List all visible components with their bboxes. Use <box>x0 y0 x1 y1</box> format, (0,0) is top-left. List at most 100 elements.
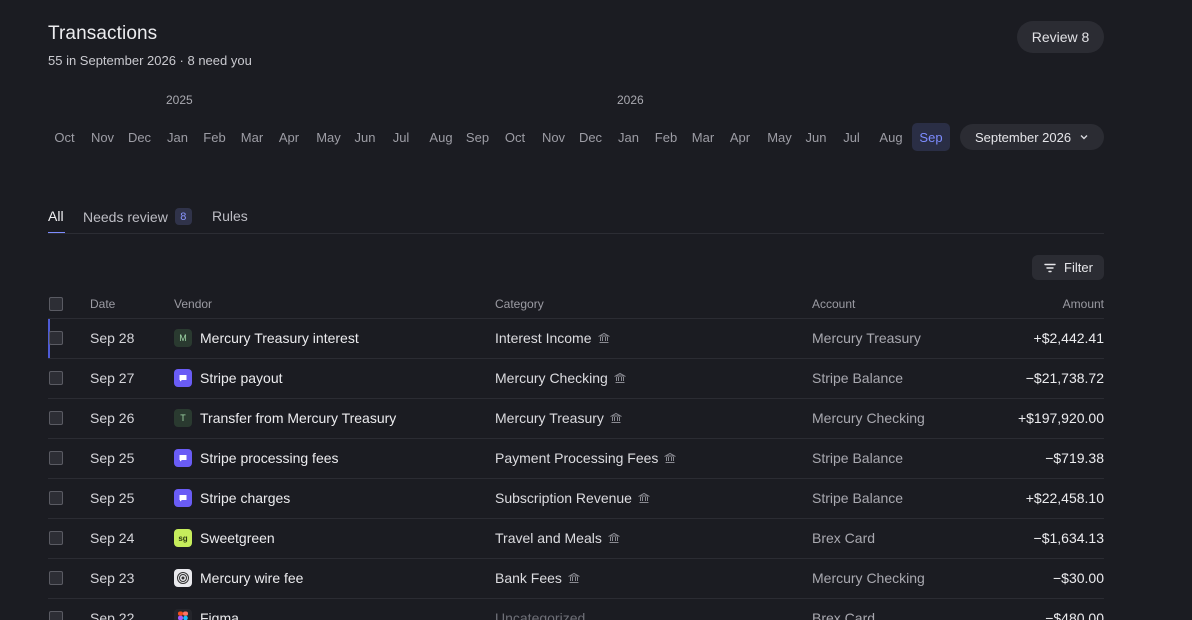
row-date: Sep 22 <box>90 610 135 620</box>
month-sep-2025[interactable]: Sep <box>460 123 495 151</box>
row-vendor-name: Sweetgreen <box>200 530 275 546</box>
review-button[interactable]: Review 8 <box>1017 21 1104 53</box>
row-category[interactable]: Subscription Revenue <box>495 490 650 506</box>
row-vendor[interactable]: Mercury wire fee <box>174 569 303 587</box>
row-category[interactable]: Mercury Checking <box>495 370 626 386</box>
stripe-icon <box>174 449 192 467</box>
bank-icon <box>607 532 620 543</box>
month-dec-2025[interactable]: Dec <box>573 123 608 151</box>
filter-button[interactable]: Filter <box>1032 255 1104 280</box>
month-jul-2026[interactable]: Jul <box>834 123 869 151</box>
table-row[interactable]: Sep 25 Stripe charges Subscription Revenue… <box>48 478 1104 518</box>
tab-all-label: All <box>48 208 64 224</box>
month-may-2026[interactable]: May <box>761 123 798 151</box>
row-category-label: Uncategorized <box>495 610 586 620</box>
month-nov-2024[interactable]: Nov <box>86 123 119 151</box>
tab-rules-label: Rules <box>212 208 248 224</box>
row-category-label: Interest Income <box>495 330 592 346</box>
month-feb-2025[interactable]: Feb <box>197 123 232 151</box>
column-header-date[interactable]: Date <box>90 297 115 311</box>
row-account: Brex Card <box>812 530 876 546</box>
column-header-account[interactable]: Account <box>812 297 855 311</box>
wire-icon <box>174 569 192 587</box>
table-row[interactable]: Sep 22 Figma Uncategorized Brex Card −$480.0… <box>48 598 1104 620</box>
month-jan-2026[interactable]: Jan <box>610 123 647 151</box>
row-account: Mercury Treasury <box>812 330 921 346</box>
row-category[interactable]: Bank Fees <box>495 570 580 586</box>
row-vendor[interactable]: Stripe processing fees <box>174 449 339 467</box>
row-category[interactable]: Payment Processing Fees <box>495 450 677 466</box>
row-checkbox[interactable] <box>49 491 63 505</box>
row-vendor-name: Stripe processing fees <box>200 450 339 466</box>
table-row[interactable]: Sep 25 Stripe processing fees Payment Proc… <box>48 438 1104 478</box>
month-aug-2025[interactable]: Aug <box>423 123 459 151</box>
row-vendor[interactable]: M Mercury Treasury interest <box>174 329 359 347</box>
month-jan-2025[interactable]: Jan <box>160 123 195 151</box>
table-row[interactable]: Sep 24 sg Sweetgreen Travel and Meals Brex C… <box>48 518 1104 558</box>
month-may-2025[interactable]: May <box>310 123 347 151</box>
row-category[interactable]: Mercury Treasury <box>495 410 622 426</box>
month-select-value: September 2026 <box>974 129 1072 145</box>
transfer-icon: T <box>174 409 192 427</box>
filter-label: Filter <box>1064 260 1093 275</box>
table-row[interactable]: Sep 27 Stripe payout Mercury Checking Strip… <box>48 358 1104 398</box>
row-vendor[interactable]: Stripe payout <box>174 369 283 387</box>
row-vendor-name: Mercury wire fee <box>200 570 304 586</box>
bank-icon <box>567 572 580 583</box>
row-checkbox[interactable] <box>49 611 63 620</box>
table-row[interactable]: Sep 23 Mercury wire fee Bank Fees Mercury C… <box>48 558 1104 598</box>
month-nov-2025[interactable]: Nov <box>536 123 571 151</box>
row-date: Sep 26 <box>90 410 135 426</box>
month-oct-2024[interactable]: Oct <box>48 123 81 151</box>
row-checkbox[interactable] <box>49 411 63 425</box>
month-jun-2025[interactable]: Jun <box>347 123 383 151</box>
chevron-down-icon <box>1080 135 1088 140</box>
sweetgreen-icon: sg <box>174 529 192 547</box>
row-vendor[interactable]: Stripe charges <box>174 489 290 507</box>
tab-all[interactable]: All <box>48 208 64 224</box>
month-jul-2025[interactable]: Jul <box>384 123 418 151</box>
month-sep-2026[interactable]: Sep <box>912 123 950 151</box>
month-apr-2025[interactable]: Apr <box>271 123 307 151</box>
row-vendor[interactable]: sg Sweetgreen <box>174 529 275 547</box>
row-checkbox[interactable] <box>49 451 63 465</box>
month-jun-2026[interactable]: Jun <box>798 123 834 151</box>
table-row[interactable]: Sep 28 M Mercury Treasury interest Interest… <box>48 318 1104 358</box>
row-account: Stripe Balance <box>812 450 904 466</box>
month-feb-2026[interactable]: Feb <box>648 123 684 151</box>
row-checkbox[interactable] <box>49 531 63 545</box>
table-row[interactable]: Sep 26 T Transfer from Mercury Treasury Mer… <box>48 398 1104 438</box>
tabs-divider <box>48 233 1104 234</box>
row-checkbox[interactable] <box>49 371 63 385</box>
tab-needs-review[interactable]: Needs review 8 <box>83 208 192 225</box>
column-header-category[interactable]: Category <box>495 297 544 311</box>
month-select[interactable]: September 2026 <box>960 124 1104 150</box>
row-checkbox[interactable] <box>49 331 63 345</box>
row-checkbox[interactable] <box>49 571 63 585</box>
month-oct-2025[interactable]: Oct <box>497 123 533 151</box>
column-header-vendor[interactable]: Vendor <box>174 297 212 311</box>
tab-rules[interactable]: Rules <box>212 208 248 224</box>
month-dec-2024[interactable]: Dec <box>123 123 156 151</box>
row-vendor[interactable]: Figma <box>174 609 239 620</box>
row-category[interactable]: Uncategorized <box>495 610 585 620</box>
row-category-label: Travel and Meals <box>495 530 602 546</box>
select-all-checkbox[interactable] <box>49 297 63 311</box>
row-date: Sep 25 <box>90 490 135 506</box>
month-apr-2026[interactable]: Apr <box>722 123 758 151</box>
column-header-amount[interactable]: Amount <box>1063 297 1104 311</box>
transactions-page: Transactions 55 in September 2026 · 8 ne… <box>0 0 1192 620</box>
row-amount: +$197,920.00 <box>1017 410 1104 426</box>
row-date: Sep 25 <box>90 450 135 466</box>
month-aug-2026[interactable]: Aug <box>873 123 909 151</box>
month-mar-2025[interactable]: Mar <box>234 123 270 151</box>
row-date: Sep 23 <box>90 570 135 586</box>
row-category[interactable]: Travel and Meals <box>495 530 620 546</box>
row-category[interactable]: Interest Income <box>495 330 610 346</box>
row-vendor[interactable]: T Transfer from Mercury Treasury <box>174 409 396 427</box>
row-account: Stripe Balance <box>812 370 904 386</box>
bank-icon <box>597 332 610 343</box>
bank-icon <box>609 412 622 423</box>
row-amount: +$22,458.10 <box>1025 490 1104 506</box>
month-mar-2026[interactable]: Mar <box>685 123 721 151</box>
